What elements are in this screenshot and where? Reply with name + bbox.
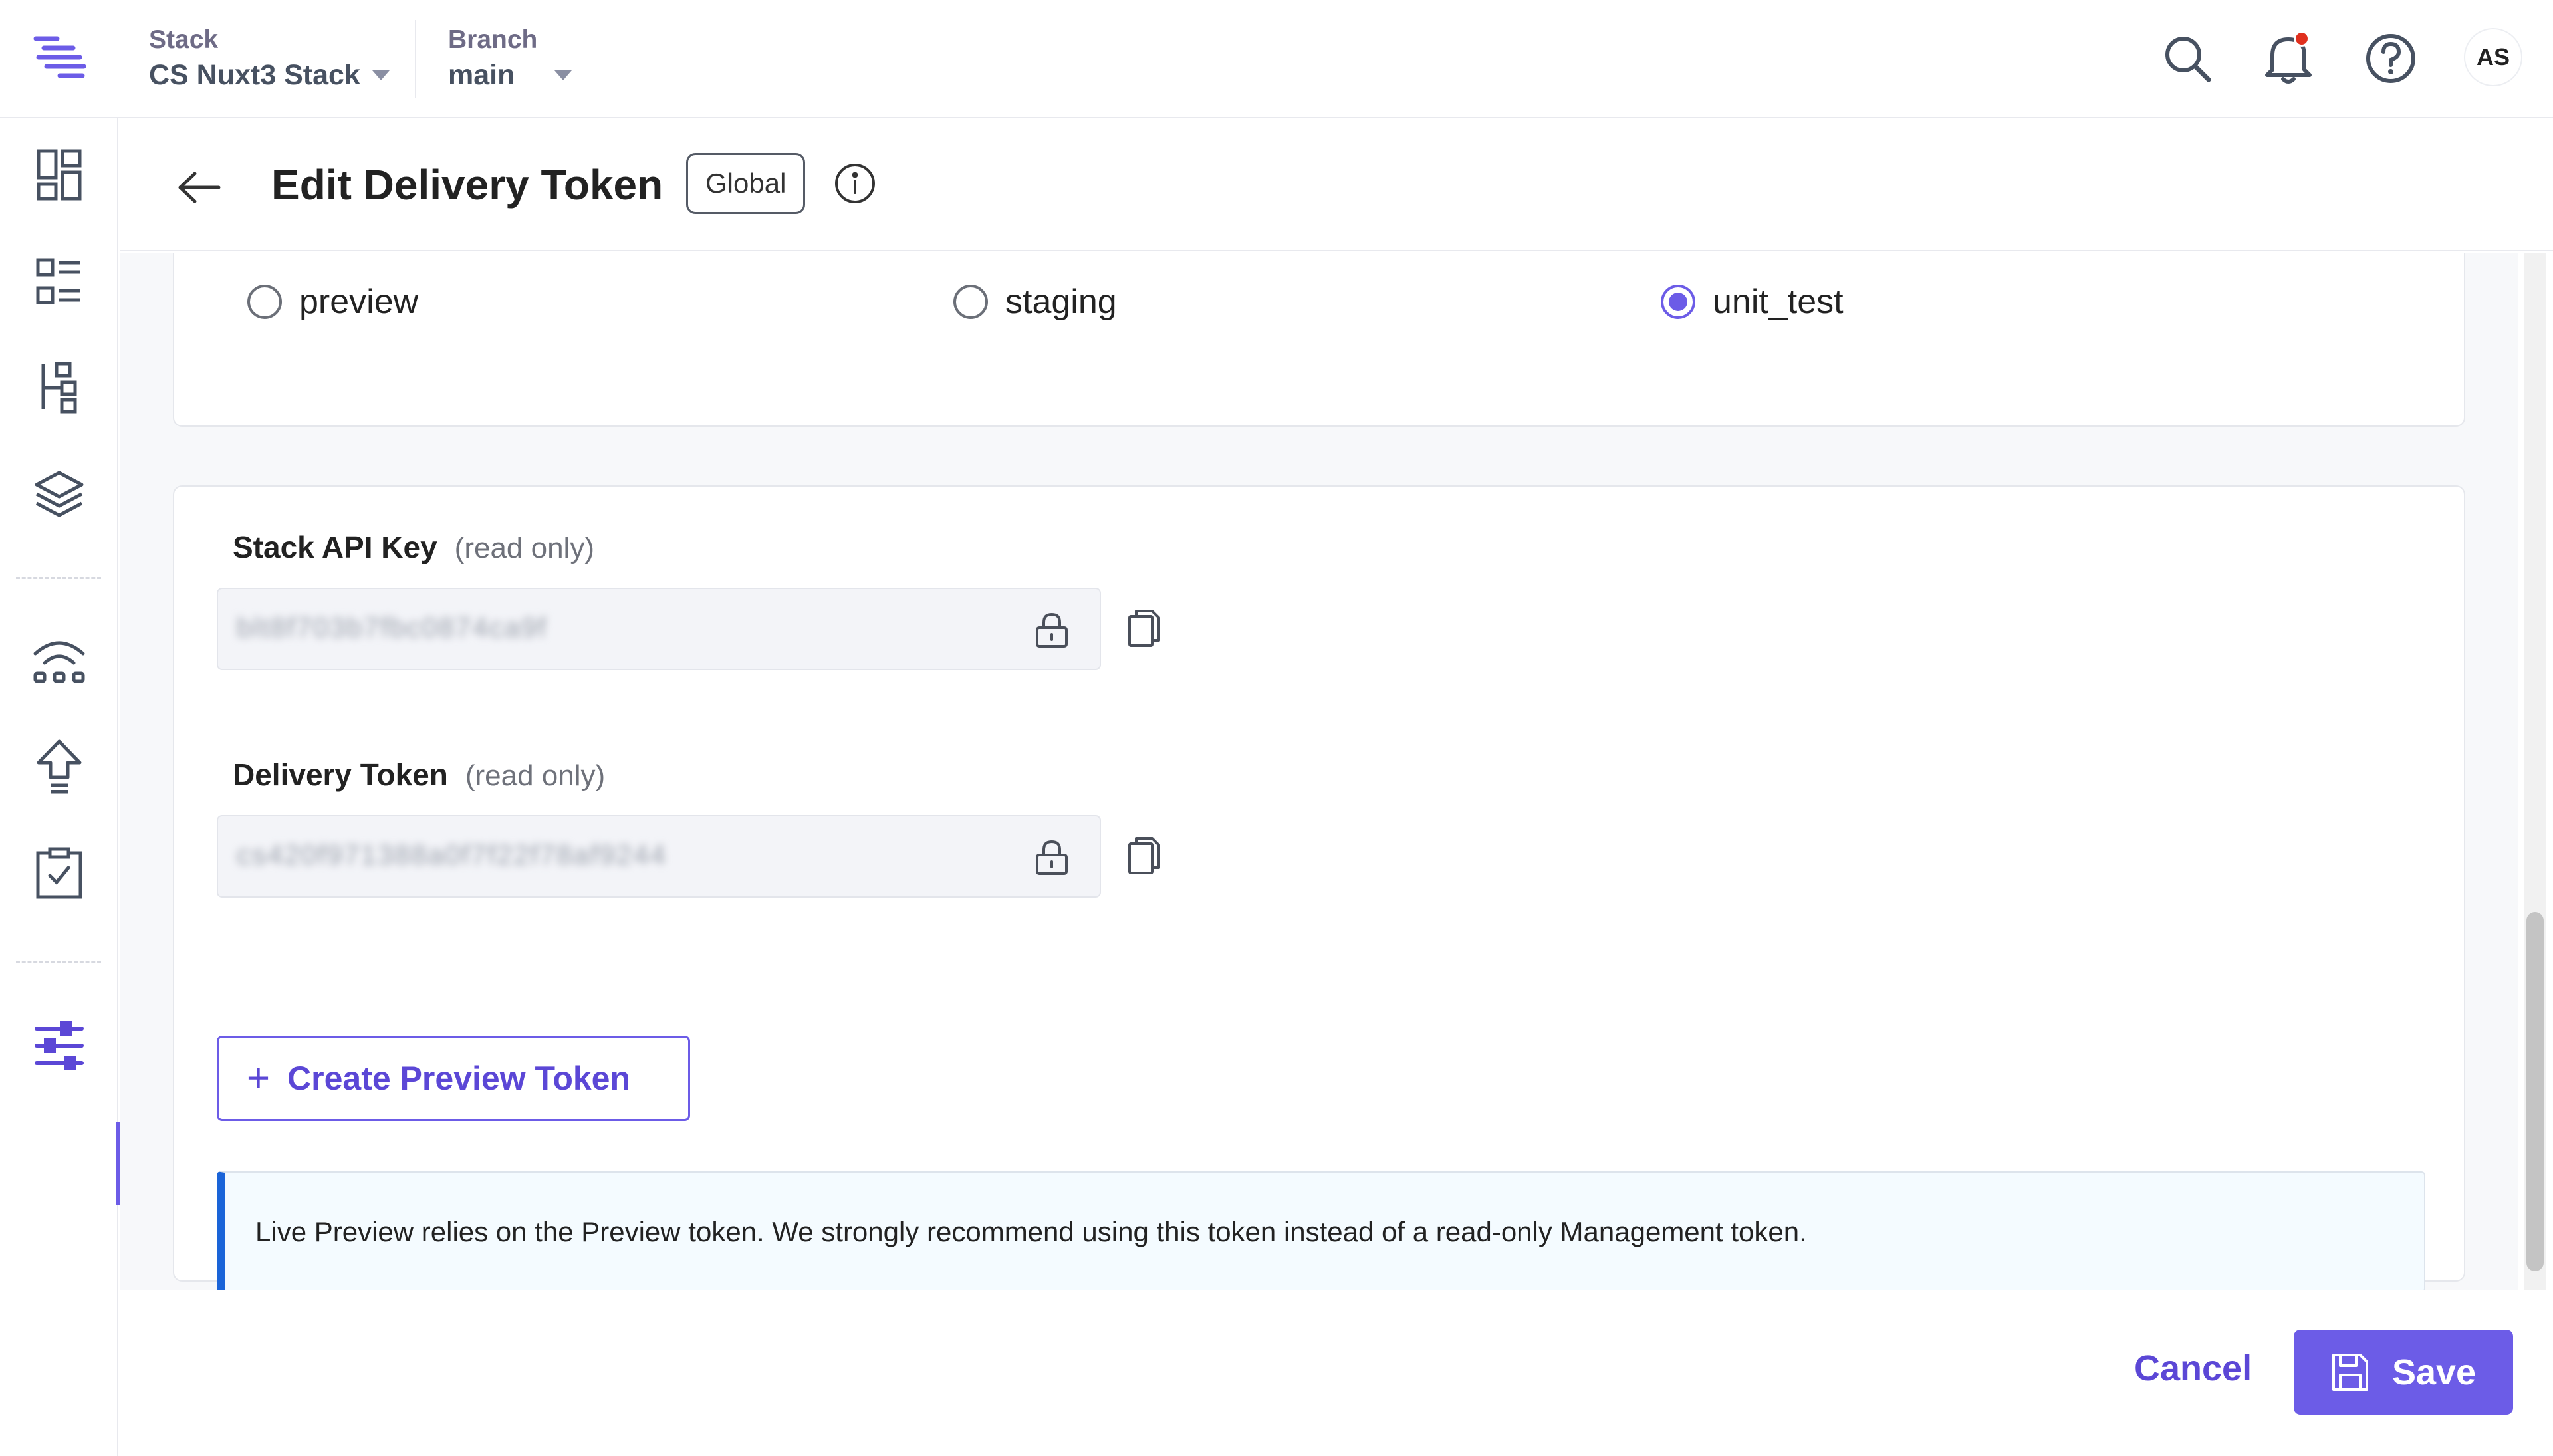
radio-preview[interactable]: preview [247,269,418,335]
stack-label: Stack [149,25,219,54]
dashboard-icon[interactable] [29,145,89,205]
releases-icon[interactable] [29,630,89,690]
scope-badge: Global [686,153,806,214]
environment-radio-group: preview staging unit_test [174,269,2464,335]
assets-icon[interactable] [29,464,89,524]
radio-button-checked[interactable] [1661,285,1695,319]
radio-label: preview [299,283,419,321]
chevron-down-icon [372,70,390,80]
lock-icon [1032,836,1072,879]
radio-label: staging [1005,283,1117,321]
stack-selector[interactable]: Stack CS Nuxt3 Stack [149,24,390,94]
nav-separator [16,577,101,579]
scrollbar-thumb[interactable] [2526,912,2544,1271]
header-divider [415,20,416,98]
delivery-token-value: cs420f971388a0f7f22f78af9244 [237,839,667,870]
live-preview-notice: Live Preview relies on the Preview token… [217,1171,2425,1290]
radio-button[interactable] [247,285,282,319]
create-preview-token-button[interactable]: + Create Preview Token [217,1036,690,1121]
copy-delivery-token-icon[interactable] [1121,832,1167,879]
top-header: Stack CS Nuxt3 Stack Branch main AS [0,0,2553,118]
tokens-card: Stack API Key (read only) blt8f703b7fbc0… [173,485,2465,1290]
entries-icon[interactable] [29,251,89,311]
settings-icon[interactable] [29,1016,89,1076]
radio-staging[interactable]: staging [953,269,1117,335]
content-models-icon[interactable] [29,358,89,418]
stack-name: CS Nuxt3 Stack [149,59,360,91]
save-button[interactable]: Save [2294,1330,2513,1415]
read-only-hint: (read only) [454,532,594,564]
notice-text: Live Preview relies on the Preview token… [255,1216,1807,1247]
plus-icon: + [247,1056,271,1100]
search-icon[interactable] [2158,29,2217,88]
contentstack-logo-icon[interactable] [31,32,88,82]
branch-label: Branch [448,25,538,54]
tasks-icon[interactable] [29,843,89,903]
radio-label: unit_test [1713,283,1844,321]
deploy-icon[interactable] [29,737,89,796]
cancel-button[interactable]: Cancel [2114,1328,2272,1408]
radio-unit-test[interactable]: unit_test [1661,269,1844,335]
nav-separator [16,961,101,963]
branch-selector[interactable]: Branch main [448,24,572,94]
lock-icon [1032,609,1072,652]
stack-api-key-value: blt8f703b7fbc0874ca9f [237,612,548,643]
back-arrow-icon[interactable] [173,161,226,214]
button-label: Create Preview Token [287,1060,631,1097]
environments-card: preview staging unit_test [173,253,2465,427]
chevron-down-icon [554,70,572,80]
save-icon [2332,1354,2368,1391]
left-sidebar [0,118,120,1456]
page-header: Edit Delivery Token Global [120,118,2553,251]
page-title: Edit Delivery Token [271,161,664,209]
branch-name: main [448,59,515,91]
help-icon[interactable] [2362,29,2420,88]
field-label-text: Stack API Key [233,530,437,564]
delivery-token-field[interactable]: cs420f971388a0f7f22f78af9244 [217,815,1101,898]
radio-button[interactable] [953,285,988,319]
field-label-text: Delivery Token [233,757,448,792]
info-icon[interactable] [828,157,882,210]
user-avatar[interactable]: AS [2464,28,2522,86]
copy-api-key-icon[interactable] [1121,605,1167,652]
form-footer: Cancel Save [120,1291,2553,1456]
stack-api-key-label: Stack API Key (read only) [233,529,594,565]
stack-api-key-field[interactable]: blt8f703b7fbc0874ca9f [217,588,1101,670]
notification-dot [2294,31,2310,47]
read-only-hint: (read only) [465,759,606,792]
main-content: preview staging unit_test Stack API Key … [120,253,2518,1290]
save-label: Save [2391,1352,2477,1392]
delivery-token-label: Delivery Token (read only) [233,757,605,792]
